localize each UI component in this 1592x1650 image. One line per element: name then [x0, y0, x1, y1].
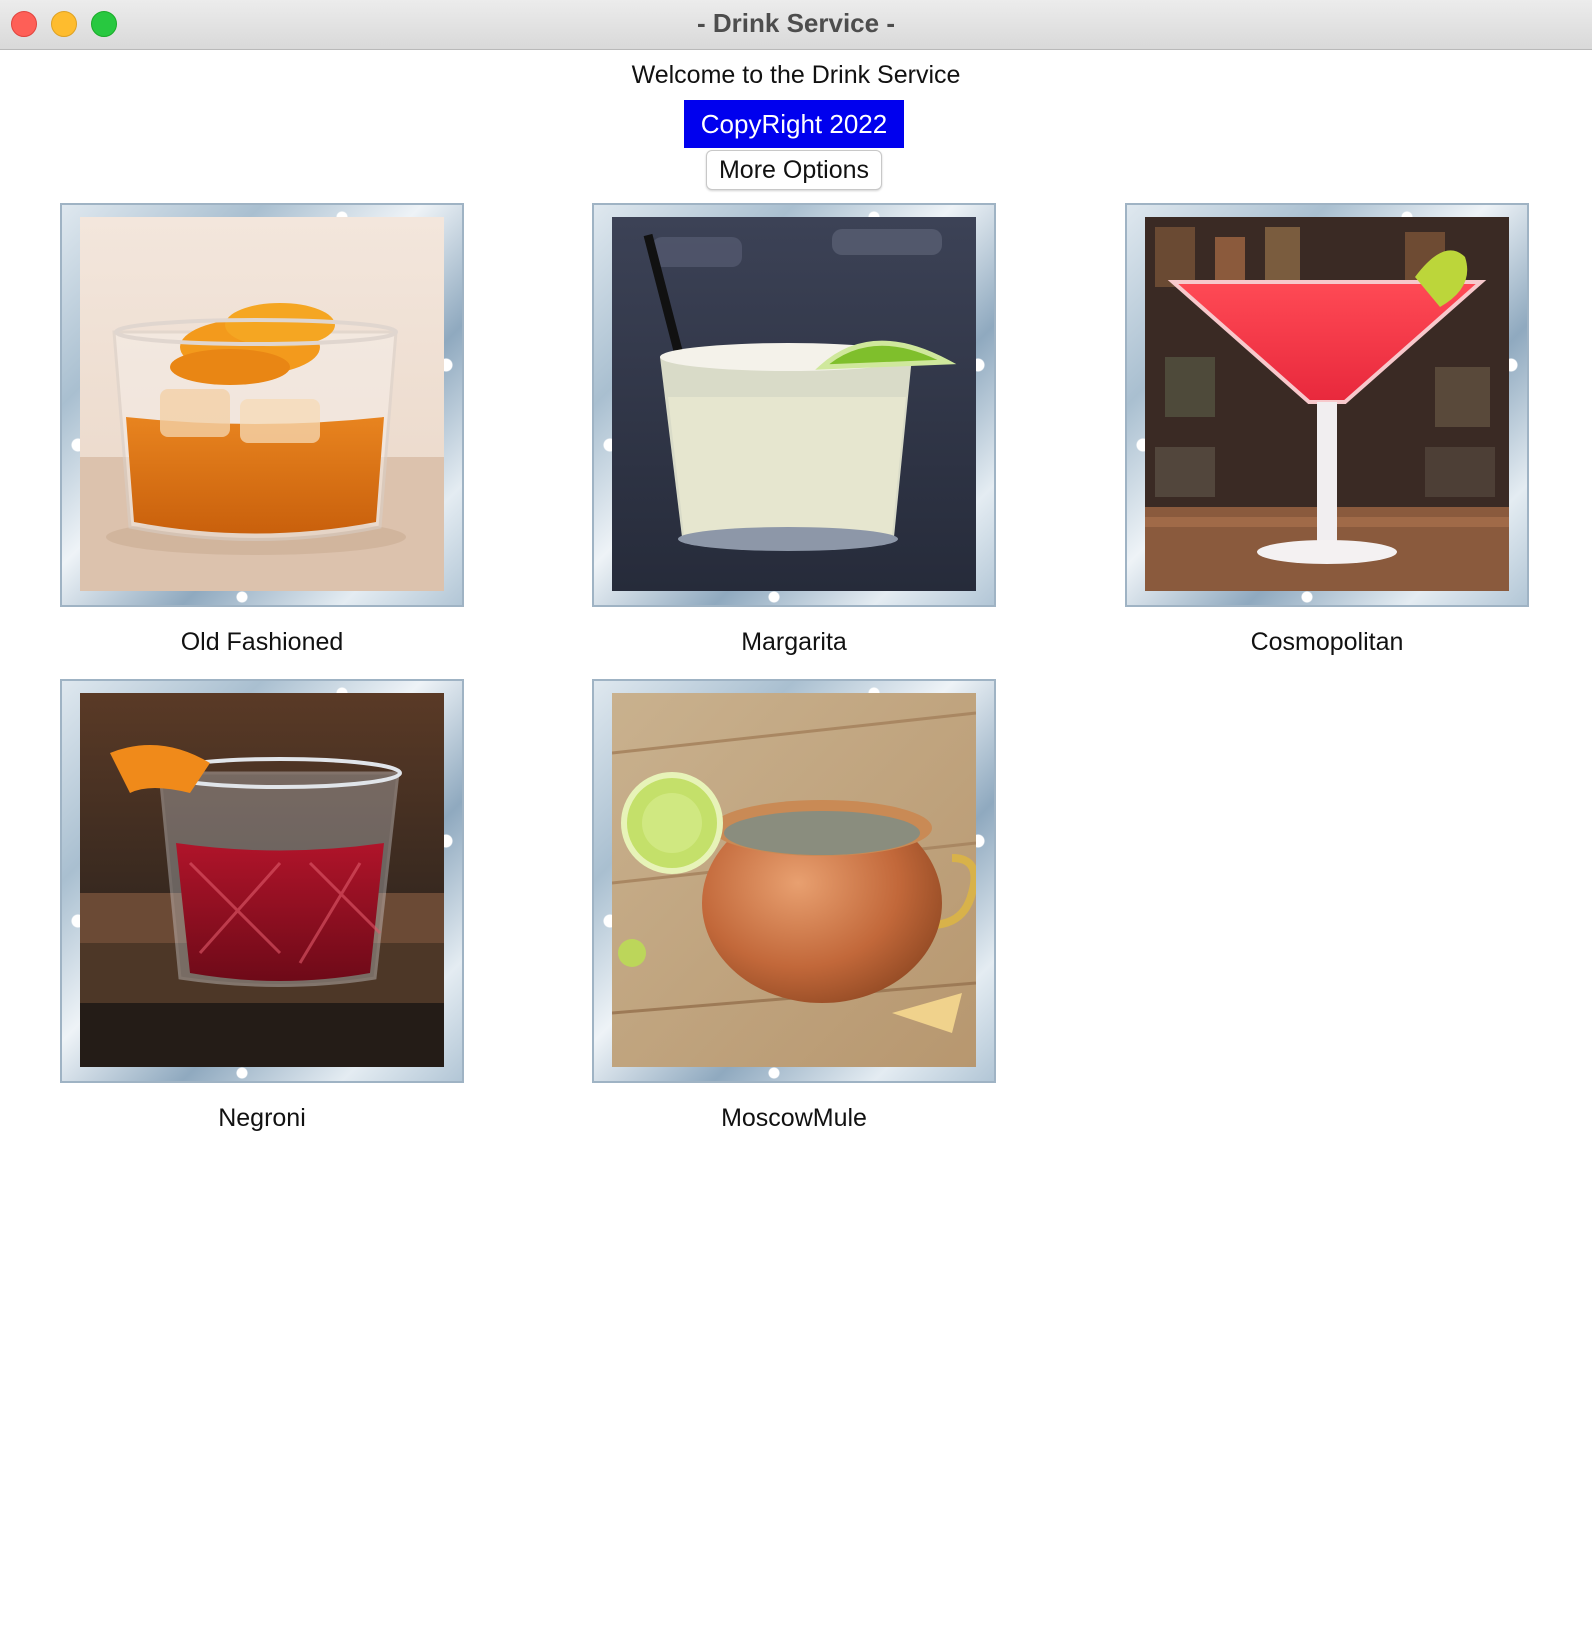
margarita-image	[612, 217, 976, 591]
more-options-button[interactable]: More Options	[706, 150, 882, 190]
welcome-text: Welcome to the Drink Service	[631, 61, 961, 89]
drink-card-cosmopolitan[interactable]	[1125, 203, 1529, 607]
drink-label-old-fashioned: Old Fashioned	[180, 628, 344, 656]
drink-label-margarita: Margarita	[741, 628, 847, 656]
moscow-mule-image	[612, 693, 976, 1067]
drink-label-moscow-mule: MoscowMule	[721, 1104, 867, 1132]
copyright-label: CopyRight 2022	[684, 100, 904, 148]
window-title: - Drink Service -	[697, 8, 895, 38]
app-window: - Drink Service - Welcome to the Drink S…	[0, 0, 1592, 1650]
drink-card-margarita[interactable]	[592, 203, 996, 607]
negroni-image	[80, 693, 444, 1067]
drink-card-moscow-mule[interactable]	[592, 679, 996, 1083]
drink-card-negroni[interactable]	[60, 679, 464, 1083]
cosmopolitan-image	[1145, 217, 1509, 591]
drink-card-old-fashioned[interactable]	[60, 203, 464, 607]
drink-label-negroni: Negroni	[218, 1104, 306, 1132]
title-bar[interactable]: - Drink Service -	[0, 0, 1592, 50]
drink-label-cosmopolitan: Cosmopolitan	[1250, 628, 1404, 656]
old-fashioned-image	[80, 217, 444, 591]
